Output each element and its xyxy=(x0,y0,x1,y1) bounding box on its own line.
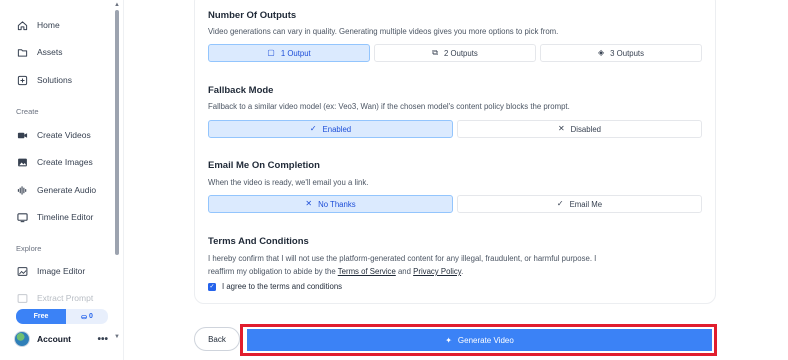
fallback-enabled-option[interactable]: ✓ Enabled xyxy=(208,120,453,138)
folder-icon xyxy=(16,46,28,58)
email-description: When the video is ready, we'll email you… xyxy=(208,178,369,187)
image-editor-icon xyxy=(16,265,28,277)
option-label: 3 Outputs xyxy=(610,48,644,58)
sidebar-item-label: Image Editor xyxy=(37,266,86,276)
option-label: Email Me xyxy=(569,199,603,209)
sidebar-item-image-editor[interactable]: Image Editor xyxy=(16,260,85,282)
agree-checkbox[interactable]: ✓ xyxy=(208,282,216,291)
sidebar-item-label: Create Videos xyxy=(37,130,91,140)
terms-end: . xyxy=(461,267,464,276)
plan-badge[interactable]: Free ⛀ 0 xyxy=(16,309,108,324)
sidebar-item-assets[interactable]: Assets xyxy=(16,41,63,63)
outputs-description: Video generations can vary in quality. G… xyxy=(208,27,559,36)
sidebar-item-label: Home xyxy=(37,20,60,30)
credits-badge: ⛀ 0 xyxy=(66,309,108,324)
generate-video-button[interactable]: ✦ Generate Video xyxy=(247,329,712,351)
credits-count: 0 xyxy=(88,313,93,320)
sidebar-item-label: Create Images xyxy=(37,157,93,167)
sidebar-item-solutions[interactable]: Solutions xyxy=(16,69,72,91)
fallback-description: Fallback to a similar video model (ex: V… xyxy=(208,102,570,111)
sidebar-item-create-videos[interactable]: Create Videos xyxy=(16,124,91,146)
scroll-down-arrow-icon[interactable]: ▼ xyxy=(113,334,121,340)
account-label: Account xyxy=(37,334,71,344)
email-no-thanks-option[interactable]: ✕ No Thanks xyxy=(208,195,453,213)
check-icon: ✓ xyxy=(309,124,317,133)
option-label: 1 Output xyxy=(280,48,311,58)
scroll-up-arrow-icon[interactable]: ▲ xyxy=(113,2,121,8)
more-options-icon[interactable]: ••• xyxy=(97,334,108,345)
sidebar-item-label: Generate Audio xyxy=(37,185,97,195)
email-title: Email Me On Completion xyxy=(208,160,320,171)
plus-square-icon xyxy=(16,74,28,86)
option-label: No Thanks xyxy=(318,199,356,209)
plan-name: Free xyxy=(16,309,66,324)
agree-checkbox-row[interactable]: ✓ I agree to the terms and conditions xyxy=(208,282,342,291)
sidebar-item-generate-audio[interactable]: Generate Audio xyxy=(16,179,96,201)
terms-title: Terms And Conditions xyxy=(208,236,309,247)
sidebar-item-home[interactable]: Home xyxy=(16,14,60,36)
option-label: 2 Outputs xyxy=(443,48,478,58)
copy-squares-icon: ⧉ xyxy=(432,48,438,57)
output-option-1[interactable]: ▢ 1 Output xyxy=(208,44,370,62)
section-label-explore: Explore xyxy=(16,244,42,253)
terms-text: I hereby confirm that I will not use the… xyxy=(208,252,598,278)
sidebar-item-create-images[interactable]: Create Images xyxy=(16,151,93,173)
sidebar-item-label: Assets xyxy=(37,47,63,57)
sidebar-item-extract-prompt[interactable]: Extract Prompt xyxy=(16,287,93,309)
check-icon: ✓ xyxy=(556,199,564,208)
sidebar-item-label: Timeline Editor xyxy=(37,212,94,222)
fallback-title: Fallback Mode xyxy=(208,85,274,96)
sidebar-item-timeline-editor[interactable]: Timeline Editor xyxy=(16,206,93,228)
privacy-policy-link[interactable]: Privacy Policy xyxy=(413,267,461,276)
extract-icon xyxy=(16,292,28,304)
audio-wave-icon xyxy=(16,184,28,196)
outputs-title: Number Of Outputs xyxy=(208,10,297,21)
image-icon xyxy=(16,156,28,168)
terms-of-service-link[interactable]: Terms of Service xyxy=(338,267,396,276)
fallback-disabled-option[interactable]: ✕ Disabled xyxy=(457,120,702,138)
credits-icon: ⛀ xyxy=(81,313,87,321)
sidebar: Home Assets Solutions Create Create Vide… xyxy=(0,0,124,360)
avatar xyxy=(14,331,30,347)
terms-and: and xyxy=(395,267,414,276)
email-me-option[interactable]: ✓ Email Me xyxy=(457,195,702,213)
sidebar-item-label: Extract Prompt xyxy=(37,293,94,303)
option-label: Disabled xyxy=(570,124,602,134)
option-label: Enabled xyxy=(322,124,352,134)
home-icon xyxy=(16,19,28,31)
output-option-3[interactable]: ◈ 3 Outputs xyxy=(540,44,702,62)
sparkle-icon: ✦ xyxy=(445,335,452,345)
close-icon: ✕ xyxy=(557,124,565,133)
video-camera-icon xyxy=(16,129,28,141)
layers-icon: ◈ xyxy=(598,48,605,57)
agree-label: I agree to the terms and conditions xyxy=(222,282,343,291)
sidebar-item-label: Solutions xyxy=(37,75,72,85)
monitor-icon xyxy=(16,211,28,223)
sidebar-scrollbar[interactable] xyxy=(115,10,119,255)
close-icon: ✕ xyxy=(305,199,313,208)
section-label-create: Create xyxy=(16,107,39,116)
single-square-icon: ▢ xyxy=(267,48,275,57)
generate-label: Generate Video xyxy=(457,335,514,345)
output-option-2[interactable]: ⧉ 2 Outputs xyxy=(374,44,536,62)
account-menu[interactable]: Account ••• xyxy=(14,328,108,350)
back-button[interactable]: Back xyxy=(194,327,240,351)
